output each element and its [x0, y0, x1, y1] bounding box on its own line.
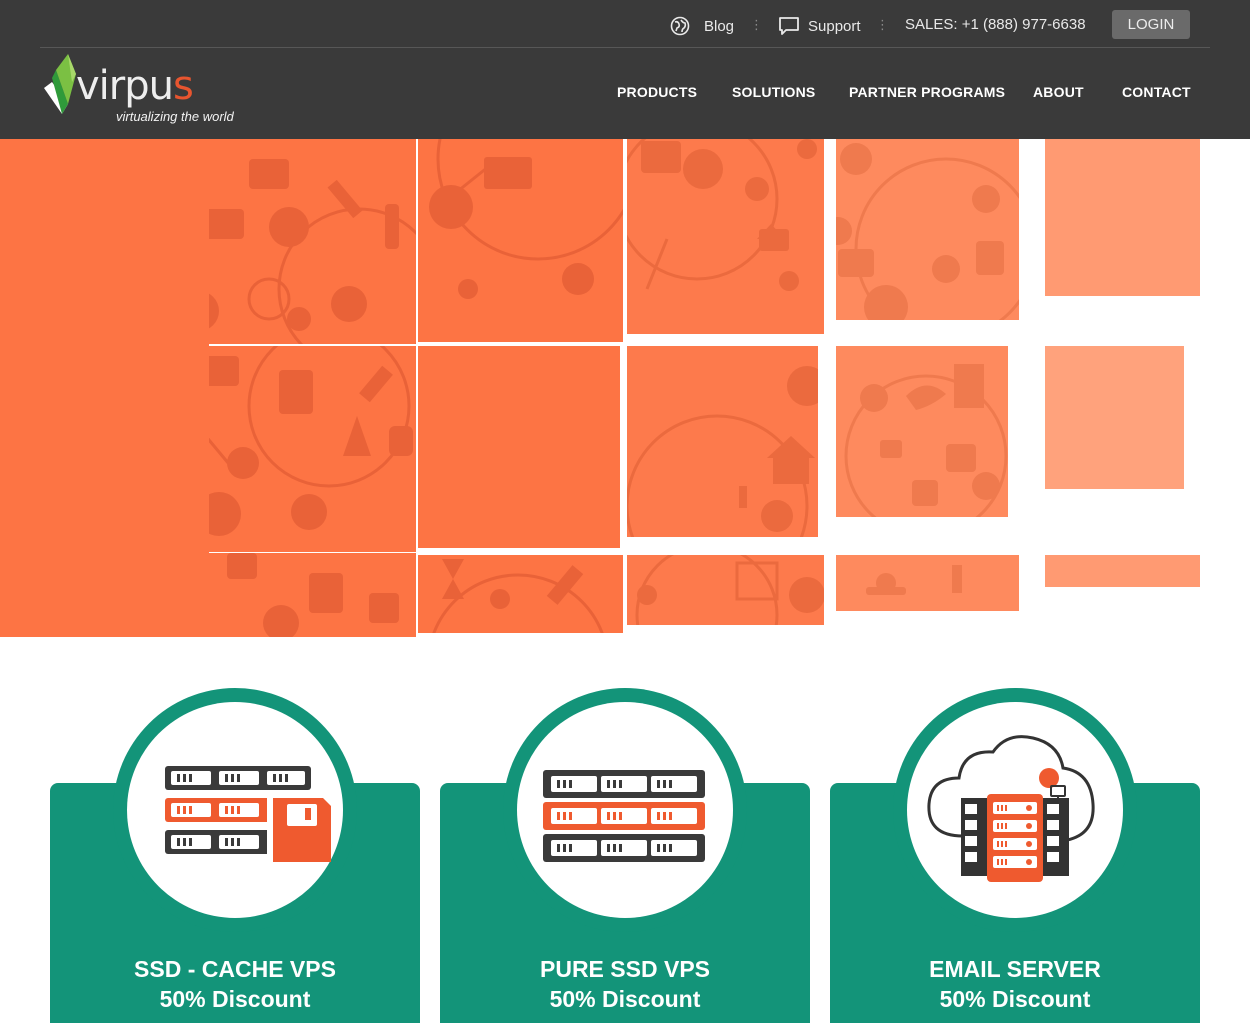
product-card-email-server[interactable]: EMAIL SERVER 50% Discount: [830, 688, 1200, 1023]
card-title: SSD - CACHE VPS: [134, 956, 336, 982]
card-icon-disc: [907, 702, 1123, 918]
social-icons-pattern-icon: [227, 553, 399, 637]
card-icon-ring: [113, 688, 357, 932]
hero-tile: [209, 139, 416, 344]
logo[interactable]: virpus virtualizing the world: [42, 52, 242, 126]
social-icons-pattern-icon: [844, 364, 1008, 517]
social-icons-pattern-icon: [866, 565, 962, 595]
card-title: EMAIL SERVER: [929, 956, 1101, 982]
social-icons-pattern-icon: [836, 143, 1019, 320]
logo-wordmark: virpus: [76, 63, 194, 109]
social-icons-pattern-icon: [432, 559, 604, 633]
support-label: Support: [808, 17, 861, 35]
cloud-server-icon: [927, 735, 1095, 882]
nav-partner-programs[interactable]: PARTNER PROGRAMS: [849, 84, 1005, 100]
separator: ⋮: [750, 17, 763, 32]
social-icons-pattern-icon: [429, 139, 623, 299]
site-header: Blog ⋮ Support ⋮ SALES: +1 (888) 977-663…: [0, 0, 1250, 139]
nav-contact[interactable]: CONTACT: [1122, 84, 1191, 100]
blog-link[interactable]: Blog: [670, 16, 734, 36]
social-icons-pattern-icon: [209, 159, 416, 344]
card-icon-ring: [893, 688, 1137, 932]
hero-tile: [209, 346, 416, 552]
server-floppy-icon: [165, 766, 331, 862]
social-icons-pattern-icon: [209, 346, 413, 536]
hero-tile: [627, 346, 818, 537]
card-title: PURE SSD VPS: [540, 956, 710, 982]
support-link[interactable]: Support: [778, 16, 861, 36]
hero-tile: [1045, 346, 1184, 489]
separator: ⋮: [876, 17, 889, 32]
globe-icon: [670, 16, 690, 36]
hero-tile: [418, 346, 620, 548]
social-icons-pattern-icon: [635, 555, 824, 625]
social-icons-pattern-icon: [627, 366, 818, 537]
card-icon-disc: [127, 702, 343, 918]
hero-tile: [836, 139, 1019, 320]
hero-tile: [418, 139, 623, 342]
product-card-ssd-cache[interactable]: SSD - CACHE VPS 50% Discount: [50, 688, 420, 1023]
login-button[interactable]: LOGIN: [1112, 10, 1190, 39]
nav-about[interactable]: ABOUT: [1033, 84, 1084, 100]
social-icons-pattern-icon: [627, 139, 817, 291]
card-icon-ring: [503, 688, 747, 932]
hero-tile: [627, 555, 824, 625]
hero-tile: [1045, 139, 1200, 296]
top-bar: Blog ⋮ Support ⋮ SALES: +1 (888) 977-663…: [40, 0, 1210, 48]
blog-label: Blog: [704, 17, 735, 35]
sales-phone[interactable]: SALES: +1 (888) 977-6638: [905, 16, 1086, 33]
hero-tile: [418, 555, 623, 633]
server-rack-icon: [543, 770, 705, 862]
nav-solutions[interactable]: SOLUTIONS: [732, 84, 815, 100]
product-card-pure-ssd[interactable]: PURE SSD VPS 50% Discount: [440, 688, 810, 1023]
hero-tile: [209, 553, 416, 637]
hero-banner: [0, 139, 1250, 637]
hero-tile: [836, 346, 1008, 517]
hero-left-panel: [0, 139, 209, 637]
hero-tile: [1045, 555, 1200, 587]
hero-tile: [836, 555, 1019, 611]
logo-tagline: virtualizing the world: [116, 109, 234, 124]
hero-tile: [627, 139, 824, 334]
chat-bubble-icon: [778, 16, 800, 36]
card-icon-disc: [517, 702, 733, 918]
nav-products[interactable]: PRODUCTS: [617, 84, 697, 100]
